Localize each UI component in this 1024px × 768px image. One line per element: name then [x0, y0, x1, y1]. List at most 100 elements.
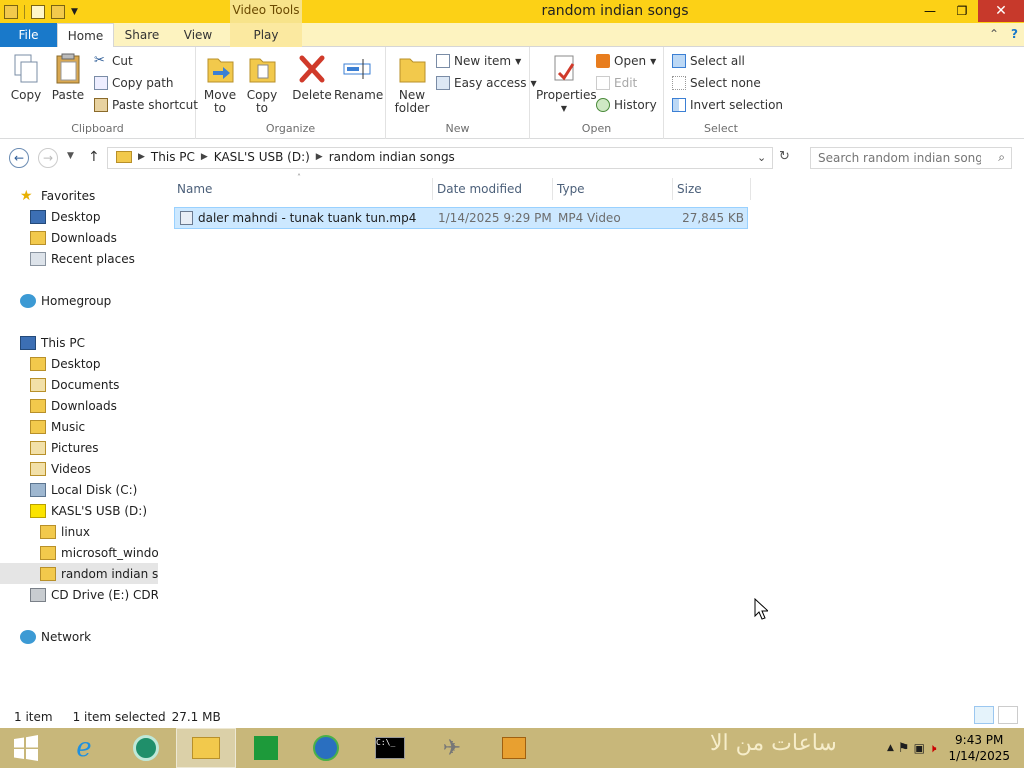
close-button[interactable]: ✕ — [978, 0, 1024, 22]
cut-label: Cut — [112, 54, 133, 68]
copy-to-button[interactable]: Copy to — [242, 53, 282, 115]
search-icon[interactable]: ⌕ — [998, 150, 1005, 165]
back-button[interactable]: ← — [9, 148, 29, 168]
nav-usb-random-indian[interactable]: random indian sor — [0, 563, 158, 584]
new-folder-qat-icon[interactable] — [51, 5, 65, 19]
nav-usb-random-indian-label: random indian sor — [61, 566, 158, 581]
easy-access-button[interactable]: Easy access ▼ — [436, 73, 537, 93]
nav-network[interactable]: Network — [20, 626, 91, 647]
nav-usb-drive[interactable]: KASL'S USB (D:) — [30, 500, 147, 521]
quick-access-toolbar: ▼ — [0, 2, 78, 22]
address-history-dropdown-icon[interactable]: ⌄ — [757, 151, 766, 164]
mouse-cursor-icon — [754, 598, 768, 620]
column-type[interactable]: Type — [553, 178, 673, 200]
new-item-button[interactable]: New item ▼ — [436, 51, 521, 71]
invert-selection-button[interactable]: Invert selection — [672, 95, 783, 115]
nav-usb-microsoft[interactable]: microsoft_window — [40, 542, 158, 563]
paste-button[interactable]: Paste — [48, 53, 88, 102]
rocket-app-taskbar-icon[interactable]: ✈ — [422, 728, 482, 768]
details-view-button[interactable] — [974, 706, 994, 724]
column-name[interactable]: Name — [173, 178, 433, 200]
delete-button[interactable]: Delete — [292, 53, 332, 102]
new-folder-button[interactable]: New folder — [392, 53, 432, 115]
nav-pc-desktop[interactable]: Desktop — [30, 353, 101, 374]
internet-download-manager-taskbar-icon[interactable] — [296, 728, 356, 768]
nav-pc-videos[interactable]: Videos — [30, 458, 91, 479]
nav-fav-desktop[interactable]: Desktop — [30, 206, 101, 227]
command-prompt-taskbar-icon[interactable]: C:\_ — [360, 728, 420, 768]
nav-cd-drive[interactable]: CD Drive (E:) CDRON — [30, 584, 158, 605]
open-button[interactable]: Open ▼ — [596, 51, 656, 71]
column-date-modified[interactable]: Date modified — [433, 178, 553, 200]
cut-button[interactable]: ✂ Cut — [94, 51, 133, 71]
chevron-right-icon[interactable]: ▶ — [316, 152, 323, 162]
internet-explorer-taskbar-icon[interactable]: e — [54, 728, 114, 768]
clock[interactable]: 9:43 PM 1/14/2025 — [948, 732, 1010, 764]
green-app-taskbar-icon[interactable] — [116, 728, 176, 768]
copy-path-button[interactable]: Copy path — [94, 73, 174, 93]
videos-icon — [30, 461, 46, 476]
chevron-right-icon[interactable]: ▶ — [138, 152, 145, 162]
nav-homegroup-label: Homegroup — [41, 293, 112, 308]
breadcrumb-current[interactable]: random indian songs — [329, 150, 455, 164]
status-size: 27.1 MB — [171, 710, 221, 724]
forward-button[interactable]: → — [38, 148, 58, 168]
start-button[interactable] — [0, 728, 52, 768]
select-all-button[interactable]: Select all — [672, 51, 745, 71]
history-button[interactable]: History — [596, 95, 657, 115]
table-row[interactable]: daler mahndi - tunak tuank tun.mp4 1/14/… — [174, 207, 748, 229]
nav-pc-documents[interactable]: Documents — [30, 374, 119, 395]
edit-button[interactable]: Edit — [596, 73, 637, 93]
collapse-ribbon-icon[interactable]: ⌃ — [989, 27, 999, 41]
paste-shortcut-button[interactable]: Paste shortcut — [94, 95, 198, 115]
large-icons-view-button[interactable] — [998, 706, 1018, 724]
breadcrumb-usb[interactable]: KASL'S USB (D:) — [214, 150, 310, 164]
breadcrumb-this-pc[interactable]: This PC — [151, 150, 195, 164]
window-controls: — ❐ ✕ — [914, 0, 1024, 22]
move-to-button[interactable]: Move to — [200, 53, 240, 115]
nav-favorites[interactable]: ★ Favorites — [20, 185, 95, 206]
nav-fav-recent[interactable]: Recent places — [30, 248, 135, 269]
maximize-button[interactable]: ❐ — [946, 0, 978, 22]
column-size[interactable]: Size — [673, 178, 751, 200]
flag-icon[interactable]: ⚑ — [898, 741, 910, 756]
nav-usb-microsoft-label: microsoft_window — [61, 545, 158, 560]
chevron-right-icon[interactable]: ▶ — [201, 152, 208, 162]
rename-button[interactable]: Rename — [334, 53, 383, 102]
clipboard-group: Copy Paste ✂ Cut Copy path Paste shortcu… — [0, 47, 198, 139]
up-button[interactable]: ↑ — [88, 149, 100, 165]
tab-view[interactable]: View — [172, 23, 224, 47]
documents-icon — [30, 377, 46, 392]
folder-icon — [40, 524, 56, 539]
select-none-button[interactable]: Select none — [672, 73, 761, 93]
qat-dropdown-icon[interactable]: ▼ — [71, 7, 78, 17]
nav-homegroup[interactable]: Homegroup — [20, 290, 111, 311]
nav-fav-downloads[interactable]: Downloads — [30, 227, 117, 248]
recent-locations-icon[interactable]: ▼ — [67, 151, 74, 161]
nav-pc-music[interactable]: Music — [30, 416, 85, 437]
file-explorer-taskbar-icon[interactable] — [176, 728, 236, 768]
nav-usb-linux[interactable]: linux — [40, 521, 90, 542]
properties-label: Properties — [536, 88, 597, 102]
minimize-button[interactable]: — — [914, 0, 946, 22]
media-player-taskbar-icon[interactable] — [484, 728, 544, 768]
nav-pc-downloads[interactable]: Downloads — [30, 395, 117, 416]
network-tray-icon[interactable]: ▣ — [914, 741, 925, 755]
tab-file[interactable]: File — [0, 23, 57, 47]
store-taskbar-icon[interactable] — [236, 728, 296, 768]
nav-this-pc[interactable]: This PC — [20, 332, 85, 353]
properties-qat-icon[interactable] — [31, 5, 45, 19]
properties-button[interactable]: Properties ▼ — [536, 53, 597, 115]
search-input[interactable] — [811, 148, 981, 168]
move-to-label-2: to — [213, 101, 227, 115]
nav-local-disk[interactable]: Local Disk (C:) — [30, 479, 137, 500]
tab-share[interactable]: Share — [116, 23, 168, 47]
show-hidden-icons-icon[interactable]: ▲ — [887, 743, 894, 753]
volume-muted-icon[interactable]: 🕨 — [929, 741, 937, 756]
refresh-icon[interactable]: ↻ — [779, 149, 790, 164]
tab-home[interactable]: Home — [57, 23, 114, 48]
copy-button[interactable]: Copy — [6, 53, 46, 102]
tab-play[interactable]: Play — [230, 23, 302, 47]
nav-pc-pictures[interactable]: Pictures — [30, 437, 99, 458]
help-icon[interactable]: ? — [1011, 27, 1018, 41]
